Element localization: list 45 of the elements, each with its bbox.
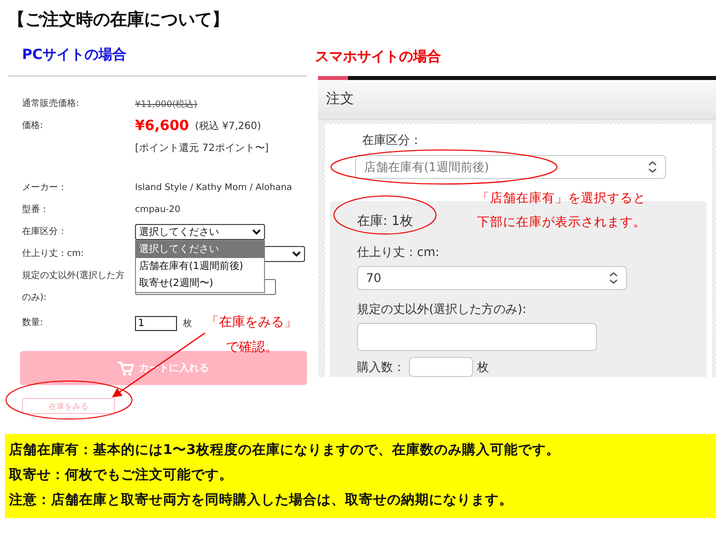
select-field[interactable]: 選択してください (135, 224, 265, 240)
annotation-text: 下部に在庫が表示されます。 (477, 214, 646, 231)
caret-icon (252, 229, 261, 235)
up-down-icon (648, 161, 657, 173)
field-label: 仕上り丈：cm: (357, 244, 440, 261)
unit-label: 枚 (477, 358, 489, 376)
select-field[interactable]: 70 (357, 266, 627, 290)
section-heading: PCサイトの場合 (22, 46, 127, 64)
field-label: 在庫区分： (22, 226, 68, 239)
page-title: 【ご注文時の在庫について】 (8, 9, 230, 31)
field-label: 在庫区分： (362, 132, 423, 149)
field-label: 規定の丈以外(選択した方のみ): (22, 270, 126, 305)
dropdown-option[interactable]: 取寄せ(2週間〜) (136, 275, 264, 292)
cart-icon (118, 360, 134, 376)
field-label: 数量: (22, 316, 44, 330)
dropdown-option[interactable]: 選択してください (136, 241, 264, 258)
stock-count: 在庫: 1枚 (357, 213, 413, 231)
quantity-field[interactable] (409, 357, 473, 377)
annotation-text: 「在庫をみる」 (206, 314, 297, 331)
field-value: Island Style / Kathy Mom / Alohana (135, 183, 292, 193)
note-text: 取寄せ：何枚でもご注文可能です。 (9, 466, 234, 485)
input-field[interactable] (357, 323, 597, 351)
field-label: メーカー： (22, 182, 68, 195)
original-price: ¥11,000(税込) (135, 98, 198, 110)
note-text: 店舗在庫有：基本的には1〜3枚程度の在庫になりますので、在庫数のみ購入可能です。 (9, 441, 561, 460)
sale-price: ¥6,600 (135, 118, 190, 134)
note-text: 注意：店舗在庫と取寄せ両方を同時購入した場合は、取寄せの納期になります。 (9, 491, 514, 510)
field-label: 購入数： (357, 358, 405, 376)
annotation-text: 「店舗在庫有」を選択すると (477, 190, 646, 207)
field-label: 規定の丈以外(選択した方のみ): (357, 301, 526, 318)
field-label: 価格: (22, 120, 44, 133)
unit-label: 枚 (183, 318, 192, 330)
screen-header: 注文 (318, 80, 716, 120)
field-label: 型番： (22, 204, 50, 217)
quantity-field[interactable]: 1 (135, 316, 177, 330)
field-label: 通常販売価格: (22, 98, 80, 111)
field-label: 仕上り丈：cm: (22, 248, 85, 261)
dropdown-option[interactable]: 店舗在庫有(1週間前後) (136, 258, 264, 275)
field-value: cmpau-20 (135, 205, 180, 215)
section-heading: スマホサイトの場合 (315, 48, 441, 66)
tax-included-price: (税込 ¥7,260) (195, 120, 262, 133)
up-down-icon (609, 272, 618, 284)
caret-icon (292, 251, 301, 257)
select-field[interactable]: 店舗在庫有(1週間前後) (355, 155, 666, 179)
points-text: [ポイント還元 72ポイント〜] (135, 142, 269, 155)
